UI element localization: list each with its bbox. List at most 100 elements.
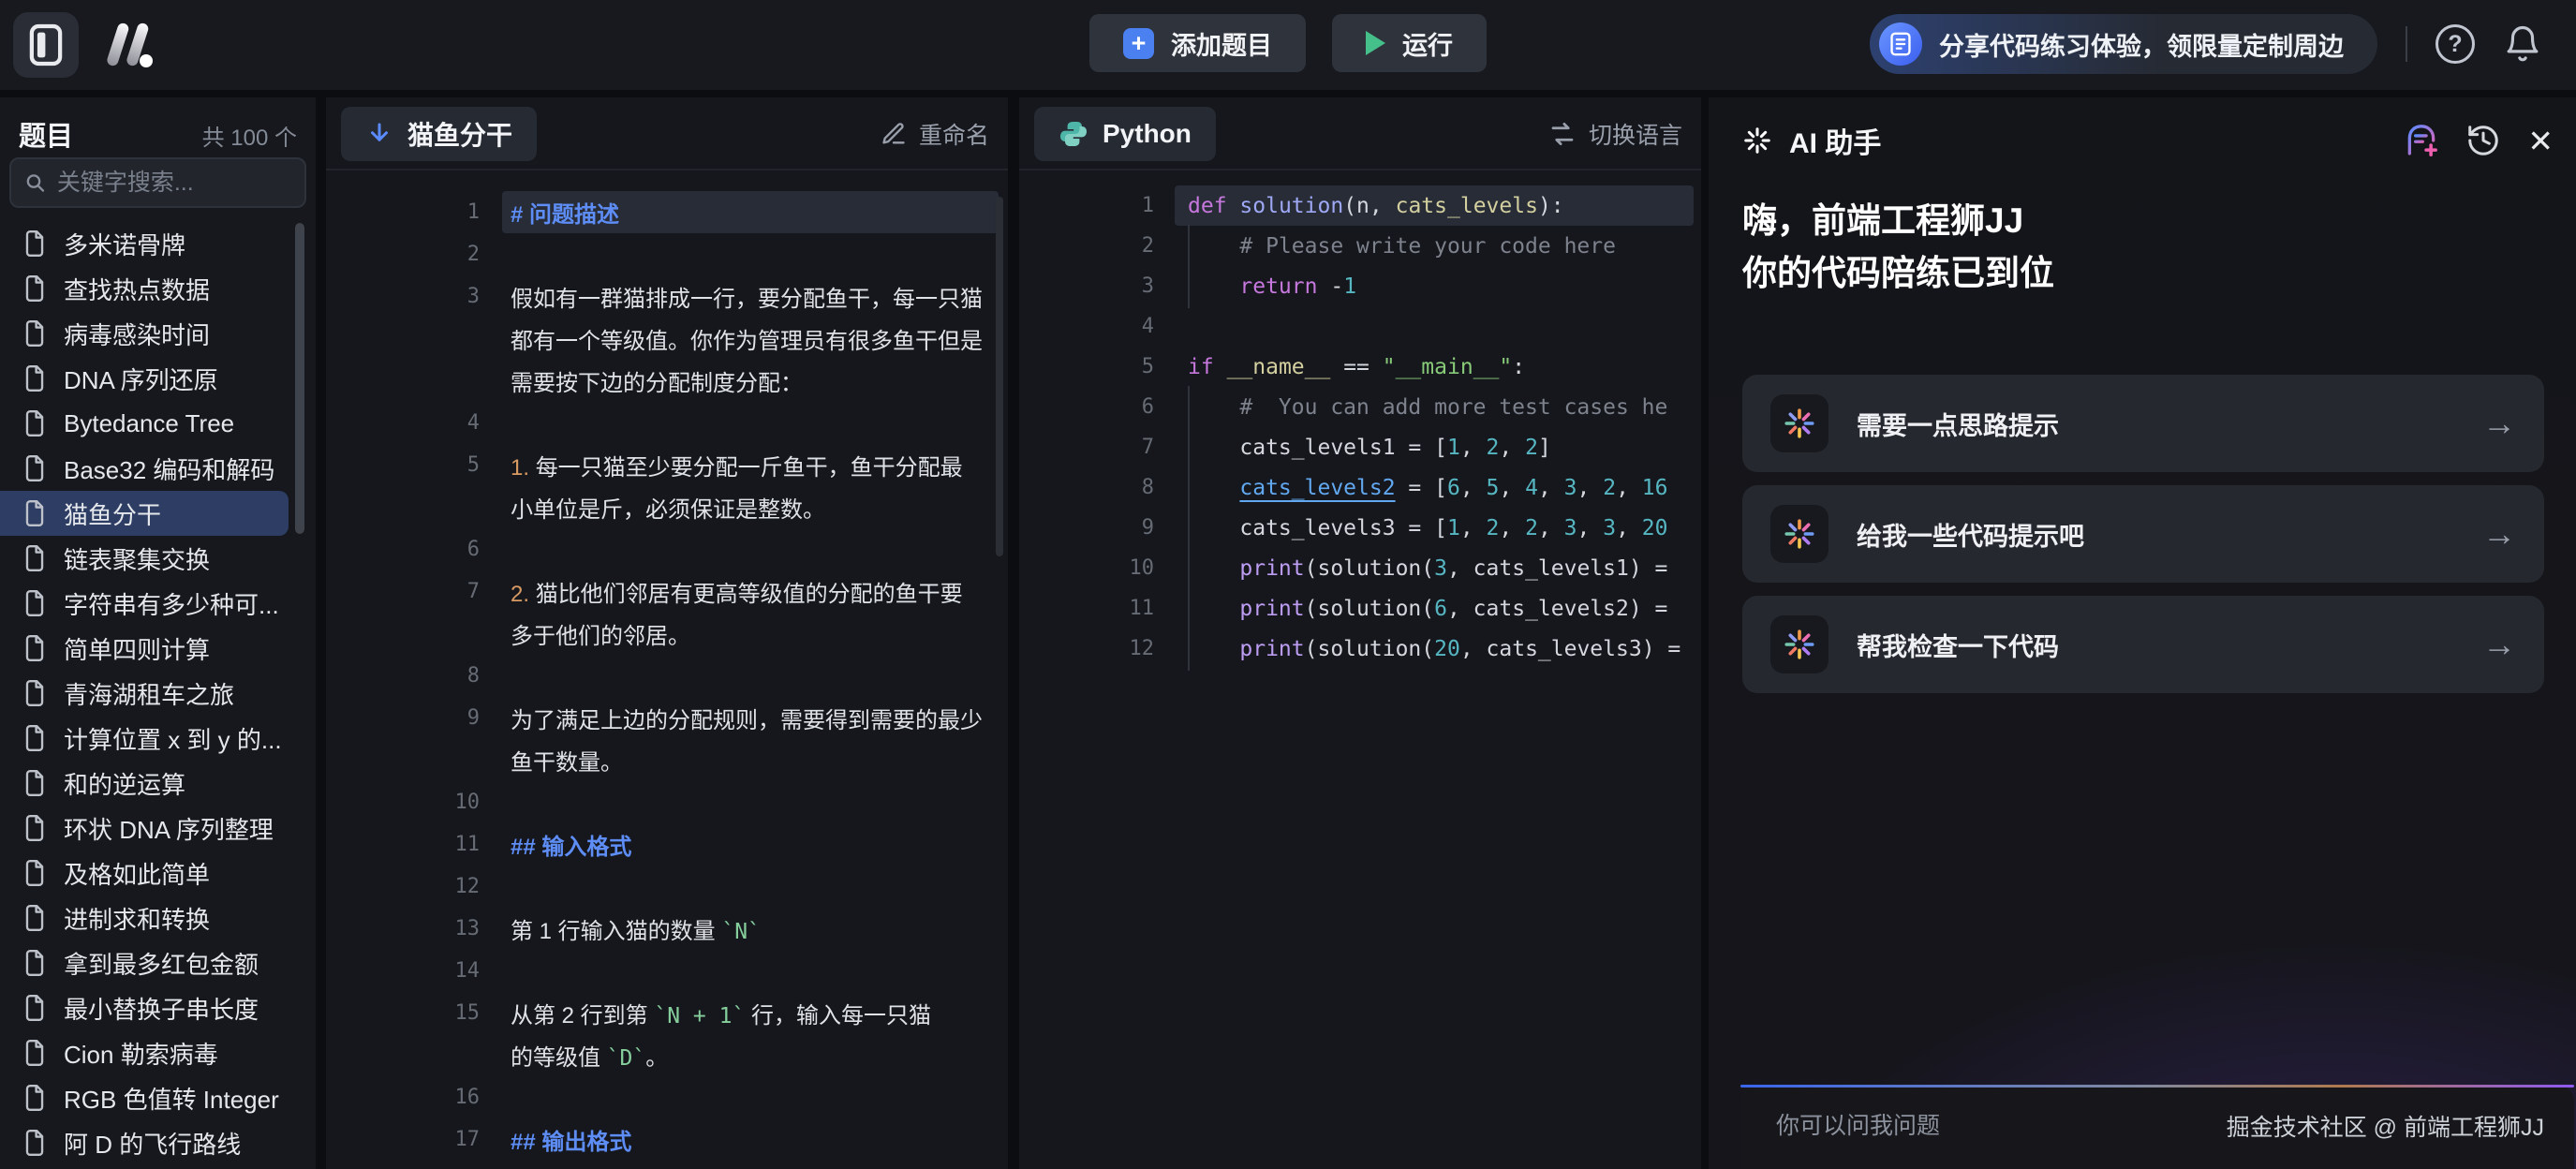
sidebar-question-item[interactable]: 环状 DNA 序列整理 [0,806,316,851]
sidebar-toggle-button[interactable] [13,12,79,78]
logo-icon [99,21,157,69]
question-label: 及格如此简单 [64,856,210,891]
description-line: 13第 1 行输入猫的数量 `N` [326,908,1008,950]
share-campaign-banner[interactable]: 分享代码练习体验，领限量定制周边 [1870,14,2377,74]
line-number: 10 [1019,556,1188,580]
sidebar-question-item[interactable]: RGB 色值转 Integer [0,1075,316,1120]
sidebar-question-item[interactable]: 简单四则计算 [0,626,316,671]
sidebar-question-item[interactable]: 计算位置 x 到 y 的... [0,716,316,761]
sidebar-question-item[interactable]: Bytedance Tree [0,401,316,446]
question-label: 和的逆运算 [64,766,185,801]
description-text: 需要按下边的分配制度分配： [511,364,803,397]
description-line: 10 [326,781,1008,823]
description-line: 1# 问题描述 [326,191,1008,233]
ai-suggestion-card[interactable]: 帮我检查一下代码→ [1742,596,2544,693]
description-line: 72. 猫比他们邻居有更高等级值的分配的鱼干要 [326,570,1008,613]
question-label: 青海湖租车之旅 [64,676,234,711]
description-line: 8 [326,655,1008,697]
line-number: 13 [326,917,511,940]
code-line: 9 cats_levels3 = [1, 2, 2, 3, 3, 20 [1019,508,1701,548]
notification-bell-icon[interactable] [2503,24,2542,64]
file-icon [22,949,47,977]
sidebar-question-item[interactable]: 链表聚集交换 [0,536,316,581]
file-icon [22,544,47,572]
description-text: 为了满足上边的分配规则，需要得到需要的最少 [511,702,983,734]
problem-panel: 猫鱼分干 重命名 1# 问题描述23假如有一群猫排成一行，要分配鱼干，每一只猫都… [326,97,1008,1169]
file-icon [22,1039,47,1067]
switch-language-button[interactable]: 切换语言 [1548,97,1682,170]
description-text: 鱼干数量。 [511,744,623,777]
close-icon[interactable]: ✕ [2527,126,2554,156]
sidebar-question-item[interactable]: 拿到最多红包金额 [0,940,316,985]
code-text: # You can add more test cases he [1188,395,1667,420]
add-question-label: 添加题目 [1171,25,1272,62]
problem-description-editor[interactable]: 1# 问题描述23假如有一群猫排成一行，要分配鱼干，每一只猫都有一个等级值。你作… [326,172,1008,1169]
python-icon [1059,119,1088,149]
add-question-button[interactable]: + 添加题目 [1089,14,1306,72]
run-button[interactable]: 运行 [1332,14,1487,72]
rename-button[interactable]: 重命名 [881,97,989,170]
sidebar-title: 题目 [19,114,73,154]
line-number: 5 [1019,355,1188,378]
description-line: 15从第 2 行到第 `N + 1` 行，输入每一只猫 [326,992,1008,1034]
code-line: 12 print(solution(20, cats_levels3) = [1019,629,1701,669]
ai-question-input[interactable] [1776,1113,2208,1140]
sidebar-question-item[interactable]: 青海湖租车之旅 [0,671,316,716]
problem-tab[interactable]: 猫鱼分干 [341,107,537,161]
code-line: 10 print(solution(3, cats_levels1) = [1019,548,1701,588]
history-icon[interactable] [2465,123,2501,158]
sidebar-question-item[interactable]: DNA 序列还原 [0,356,316,401]
code-text: if __name__ == "__main__": [1188,355,1525,379]
description-line: 18 [326,1161,1008,1169]
ai-suggestion-card[interactable]: 需要一点思路提示→ [1742,375,2544,472]
code-text: cats_levels1 = [1, 2, 2] [1188,436,1551,460]
campaign-doc-icon [1879,22,1922,66]
sidebar-question-item[interactable]: 最小替换子串长度 [0,985,316,1030]
suggestion-label: 给我一些代码提示吧 [1857,516,2084,553]
sidebar-question-item[interactable]: 进制求和转换 [0,895,316,940]
sidebar-question-item[interactable]: Base32 编码和解码 [0,446,316,491]
language-tab[interactable]: Python [1034,107,1216,161]
description-text: 1. 每一只猫至少要分配一斤鱼干，鱼干分配最 [511,449,963,481]
line-number: 11 [326,833,511,856]
code-panel: Python 切换语言 1def solution(n, cats_levels… [1019,97,1701,1169]
sidebar-question-item[interactable]: 猫鱼分干 [0,491,289,536]
sidebar-question-item[interactable]: 和的逆运算 [0,761,316,806]
sidebar-question-item[interactable]: 字符串有多少种可... [0,581,316,626]
sidebar-question-item[interactable]: 及格如此简单 [0,851,316,895]
ai-input-row: 掘金技术社区 @ 前端工程狮JJ [1776,1109,2544,1143]
sidebar-question-item[interactable]: 病毒感染时间 [0,311,316,356]
topbar-right: 分享代码练习体验，领限量定制周边 ? [1870,14,2569,74]
search-input[interactable] [57,170,291,197]
sidebar-question-item[interactable]: 阿 D 的飞行路线 [0,1120,316,1165]
code-text: print(solution(6, cats_levels2) = [1188,597,1667,621]
sidebar-question-item[interactable]: Cion 勒索病毒 [0,1030,316,1075]
suggestion-label: 需要一点思路提示 [1857,406,2059,442]
sidebar-question-item[interactable]: 多米诺骨牌 [0,221,316,266]
ai-chat-input-box[interactable]: 掘金技术社区 @ 前端工程狮JJ [1740,1085,2574,1169]
description-text: ## 输出格式 [511,1123,631,1156]
question-label: RGB 色值转 Integer [64,1081,279,1116]
help-icon[interactable]: ? [2435,24,2475,64]
question-label: 病毒感染时间 [64,317,210,351]
ai-title: AI 助手 [1789,120,1881,161]
ai-greeting: 嗨，前端工程狮JJ 你的代码陪练已到位 [1742,195,2054,300]
new-chat-icon[interactable] [2404,123,2439,158]
code-editor[interactable]: 1def solution(n, cats_levels):2 # Please… [1019,172,1701,669]
description-text: 小单位是斤，必须保证是整数。 [511,491,825,524]
description-scrollbar[interactable] [996,197,1003,556]
question-label: 计算位置 x 到 y 的... [64,721,282,756]
file-icon [22,859,47,887]
code-text: cats_levels2 = [6, 5, 4, 3, 2, 16 [1188,476,1667,500]
ai-suggestion-card[interactable]: 给我一些代码提示吧→ [1742,485,2544,583]
file-icon [22,904,47,932]
code-text: return -1 [1188,274,1356,299]
sidebar-question-item[interactable]: 查找热点数据 [0,266,316,311]
banner-text: 分享代码练习体验，领限量定制周边 [1939,26,2344,63]
description-line: 17## 输出格式 [326,1118,1008,1161]
language-tab-label: Python [1103,119,1192,149]
line-number: 8 [326,664,511,688]
line-number: 12 [326,875,511,898]
sidebar-scrollbar[interactable] [295,223,304,534]
search-box[interactable] [9,157,306,208]
